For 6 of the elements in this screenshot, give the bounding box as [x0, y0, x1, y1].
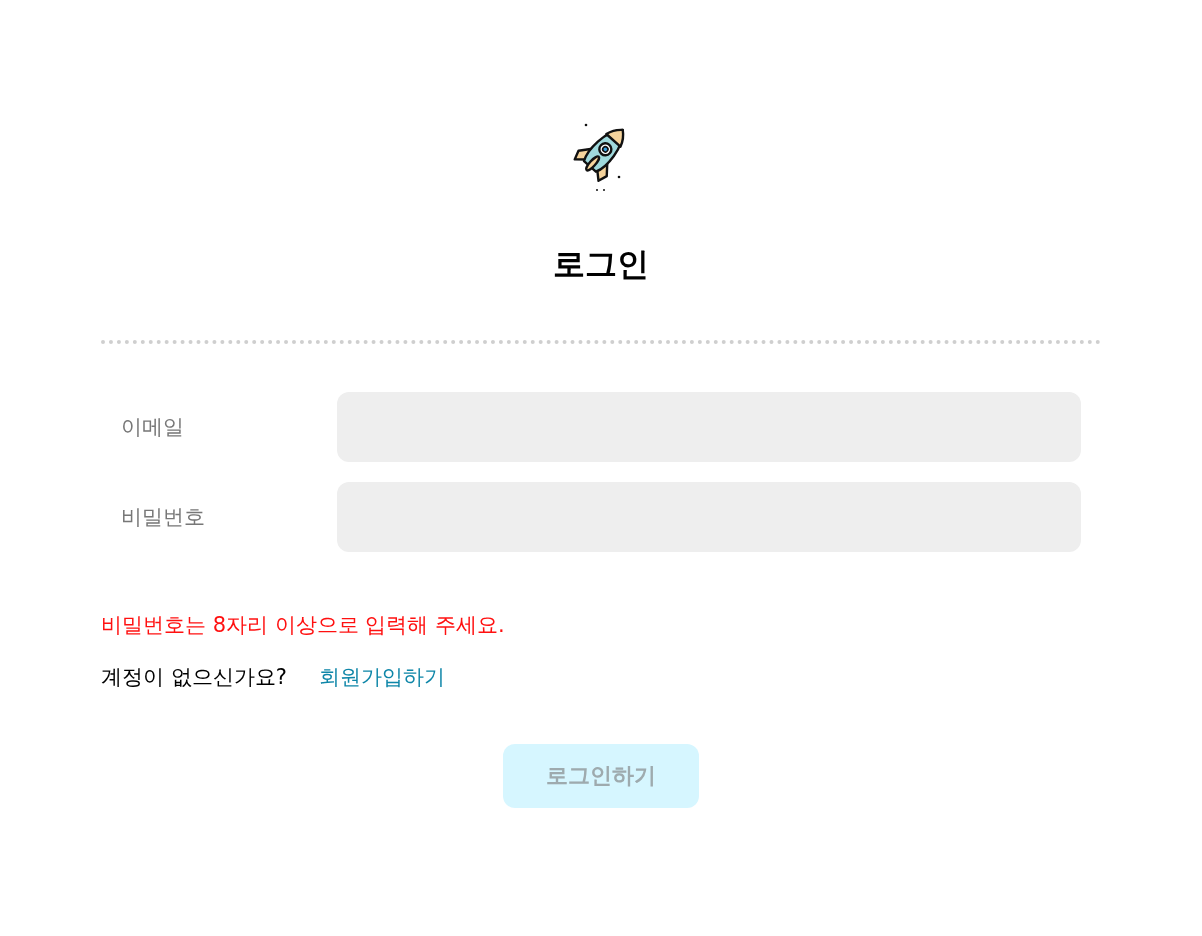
page-title: 로그인 [553, 244, 649, 284]
signup-link[interactable]: 회원가입하기 [318, 662, 445, 692]
field-label: 이메일 [121, 414, 185, 441]
field-label: 비밀번호 [121, 504, 206, 531]
error-message: 비밀번호는 8자리 이상으로 입력해 주세요. [101, 612, 506, 639]
signup-prompt: 계정이 없으신가요? [101, 664, 287, 691]
